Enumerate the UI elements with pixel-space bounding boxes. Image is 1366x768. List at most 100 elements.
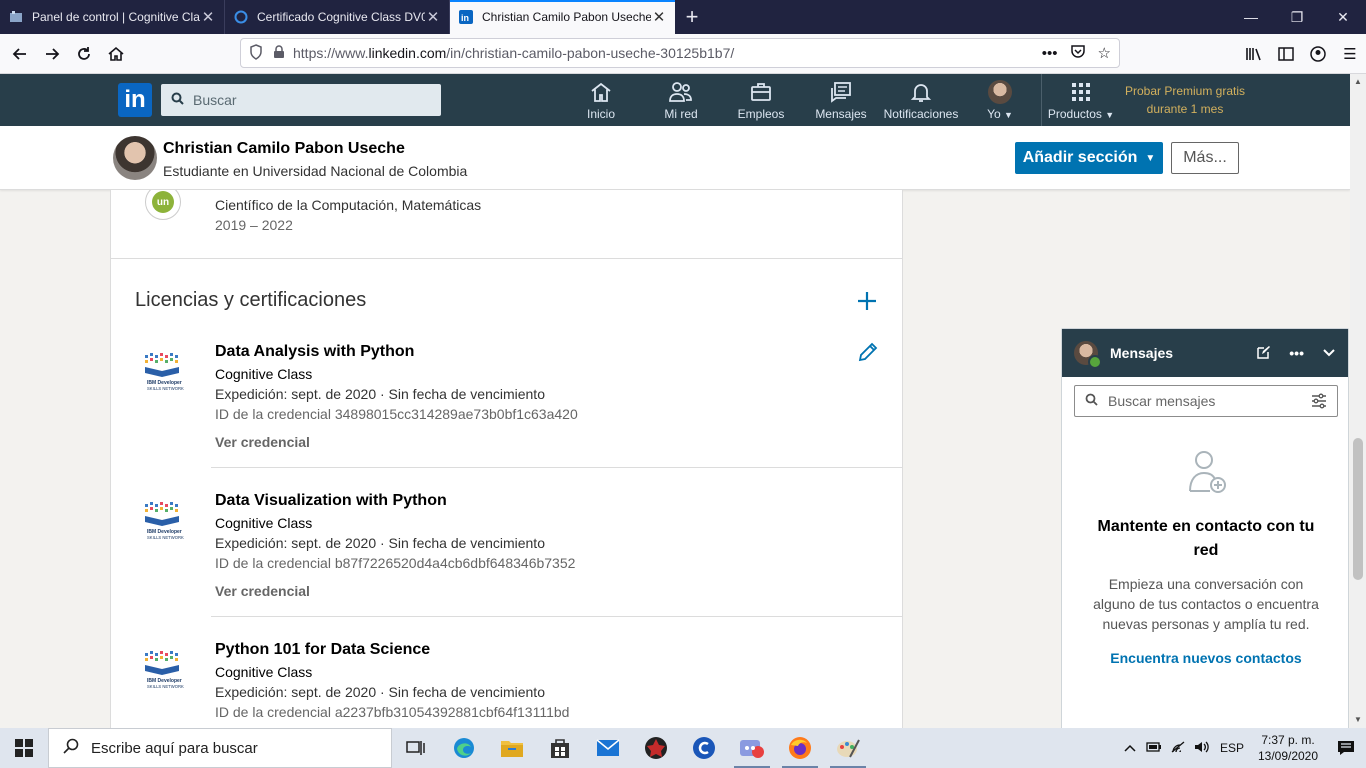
nav-mensajes[interactable]: Mensajes	[813, 74, 869, 126]
linkedin-logo[interactable]: in	[118, 83, 152, 117]
file-explorer-icon[interactable]	[488, 728, 536, 768]
ccleaner-icon[interactable]	[680, 728, 728, 768]
volume-icon[interactable]	[1190, 740, 1214, 757]
ibm-developer-skills-network-logo[interactable]: IBM Developer SKILLS NETWORK	[141, 349, 185, 393]
page-actions-icon[interactable]: •••	[1042, 45, 1058, 62]
scrollbar-thumb[interactable]	[1353, 438, 1363, 580]
messaging-title: Mensajes	[1110, 345, 1174, 361]
nav-mi-red[interactable]: Mi red	[661, 74, 701, 126]
close-window-icon[interactable]: ✕	[1320, 0, 1366, 34]
add-section-button[interactable]: Añadir sección ▼	[1015, 142, 1163, 174]
game-app-icon[interactable]	[632, 728, 680, 768]
caret-down-icon: ▼	[1105, 109, 1115, 120]
scroll-down-icon[interactable]: ▼	[1350, 712, 1366, 728]
back-button[interactable]	[4, 38, 36, 70]
grid-icon	[1071, 80, 1091, 104]
edge-icon[interactable]	[440, 728, 488, 768]
more-button[interactable]: Más...	[1171, 142, 1239, 174]
university-logo[interactable]: un	[145, 190, 181, 220]
wifi-icon[interactable]	[1166, 740, 1190, 757]
store-icon[interactable]	[536, 728, 584, 768]
bell-icon	[909, 80, 933, 104]
nav-yo[interactable]: Yo ▼	[982, 74, 1018, 126]
education-dates: 2019 – 2022	[215, 217, 293, 233]
restore-icon[interactable]: ❐	[1274, 0, 1320, 34]
discord-icon[interactable]	[728, 728, 776, 768]
search-icon	[171, 92, 184, 108]
url-text: https://www.linkedin.com/in/christian-ca…	[293, 45, 735, 61]
avatar	[1074, 341, 1102, 369]
search-placeholder: Buscar	[193, 92, 237, 108]
account-icon[interactable]	[1302, 38, 1334, 70]
messages-search-input[interactable]: Buscar mensajes	[1074, 385, 1338, 417]
scroll-up-icon[interactable]: ▲	[1350, 74, 1366, 90]
messaging-header[interactable]: Mensajes •••	[1062, 329, 1348, 377]
notifications-icon[interactable]	[1326, 728, 1366, 768]
compose-icon[interactable]	[1257, 345, 1271, 362]
more-options-icon[interactable]: •••	[1289, 345, 1304, 361]
bookmark-star-icon[interactable]: ☆	[1098, 44, 1111, 62]
nav-separator	[1041, 74, 1042, 126]
svg-text:in: in	[461, 13, 469, 23]
svg-text:SKILLS NETWORK: SKILLS NETWORK	[147, 386, 184, 391]
ibm-developer-skills-network-logo[interactable]: IBM Developer SKILLS NETWORK	[141, 498, 185, 542]
tab-title: Christian Camilo Pabon Useche	[482, 10, 651, 24]
minimize-icon[interactable]: —	[1228, 0, 1274, 34]
windows-start-icon[interactable]	[0, 728, 48, 768]
taskbar-search-input[interactable]: Escribe aquí para buscar	[48, 728, 392, 768]
caret-down-icon: ▼	[1004, 109, 1013, 120]
add-contact-icon	[1188, 449, 1228, 495]
pocket-icon[interactable]	[1070, 43, 1086, 63]
tab-close-icon[interactable]: ✕	[200, 8, 216, 26]
browser-tab-certificado[interactable]: Certificado Cognitive Class DV0 ✕	[225, 0, 450, 34]
forward-button[interactable]	[36, 38, 68, 70]
new-tab-button[interactable]: +	[675, 0, 709, 34]
language-indicator[interactable]: ESP	[1214, 741, 1250, 755]
sidebar-icon[interactable]	[1270, 38, 1302, 70]
nav-notificaciones[interactable]: Notificaciones	[880, 74, 962, 126]
task-view-icon[interactable]	[392, 728, 440, 768]
mail-icon[interactable]	[584, 728, 632, 768]
nav-inicio[interactable]: Inicio	[581, 74, 621, 126]
certification-issued: Expedición: sept. de 2020 · Sin fecha de…	[215, 535, 545, 551]
menu-hamburger-icon[interactable]: ☰	[1334, 38, 1366, 70]
linkedin-search-input[interactable]: Buscar	[161, 84, 441, 116]
chevron-up-icon[interactable]	[1118, 741, 1142, 755]
cognitive-class-favicon	[8, 9, 24, 25]
firefox-icon[interactable]	[776, 728, 824, 768]
clock[interactable]: 7:37 p. m. 13/09/2020	[1250, 732, 1326, 764]
filter-icon[interactable]	[1311, 392, 1327, 413]
find-contacts-link[interactable]: Encuentra nuevos contactos	[1086, 650, 1326, 666]
ibm-developer-skills-network-logo[interactable]: IBM Developer SKILLS NETWORK	[141, 647, 185, 691]
edit-pencil-icon[interactable]	[857, 341, 879, 363]
add-certification-icon[interactable]	[855, 290, 879, 314]
cognitive-class-circle-favicon	[233, 9, 249, 25]
battery-icon[interactable]	[1142, 741, 1166, 755]
linkedin-global-nav: in Buscar Inicio Mi red Empleos Mensajes	[0, 74, 1366, 126]
tab-close-icon[interactable]: ✕	[425, 8, 441, 26]
browser-tab-linkedin[interactable]: in Christian Camilo Pabon Useche ✕	[450, 0, 675, 34]
nav-productos[interactable]: Productos ▼	[1046, 74, 1116, 126]
chevron-down-icon[interactable]	[1322, 345, 1336, 361]
svg-text:SKILLS NETWORK: SKILLS NETWORK	[147, 684, 184, 689]
paint-icon[interactable]	[824, 728, 872, 768]
library-icon[interactable]	[1238, 38, 1270, 70]
tab-close-icon[interactable]: ✕	[651, 8, 667, 26]
profile-avatar[interactable]	[113, 136, 157, 180]
lock-icon[interactable]	[273, 44, 285, 62]
page-scrollbar[interactable]: ▲ ▼	[1350, 74, 1366, 728]
window-controls: — ❐ ✕	[1228, 0, 1366, 34]
browser-tab-cognitive-panel[interactable]: Panel de control | Cognitive Cla ✕	[0, 0, 225, 34]
view-credential-link[interactable]: Ver credencial	[215, 583, 310, 599]
reload-button[interactable]	[68, 38, 100, 70]
shield-icon[interactable]	[249, 43, 263, 63]
nav-label: Notificaciones	[883, 106, 959, 121]
search-icon	[63, 738, 79, 759]
certification-org: Cognitive Class	[215, 366, 313, 382]
view-credential-link[interactable]: Ver credencial	[215, 434, 310, 450]
nav-empleos[interactable]: Empleos	[736, 74, 786, 126]
address-bar[interactable]: https://www.linkedin.com/in/christian-ca…	[240, 38, 1120, 68]
home-button[interactable]	[100, 38, 132, 70]
premium-trial-link[interactable]: Probar Premium gratis durante 1 mes	[1118, 82, 1252, 118]
svg-text:SKILLS NETWORK: SKILLS NETWORK	[147, 535, 184, 540]
